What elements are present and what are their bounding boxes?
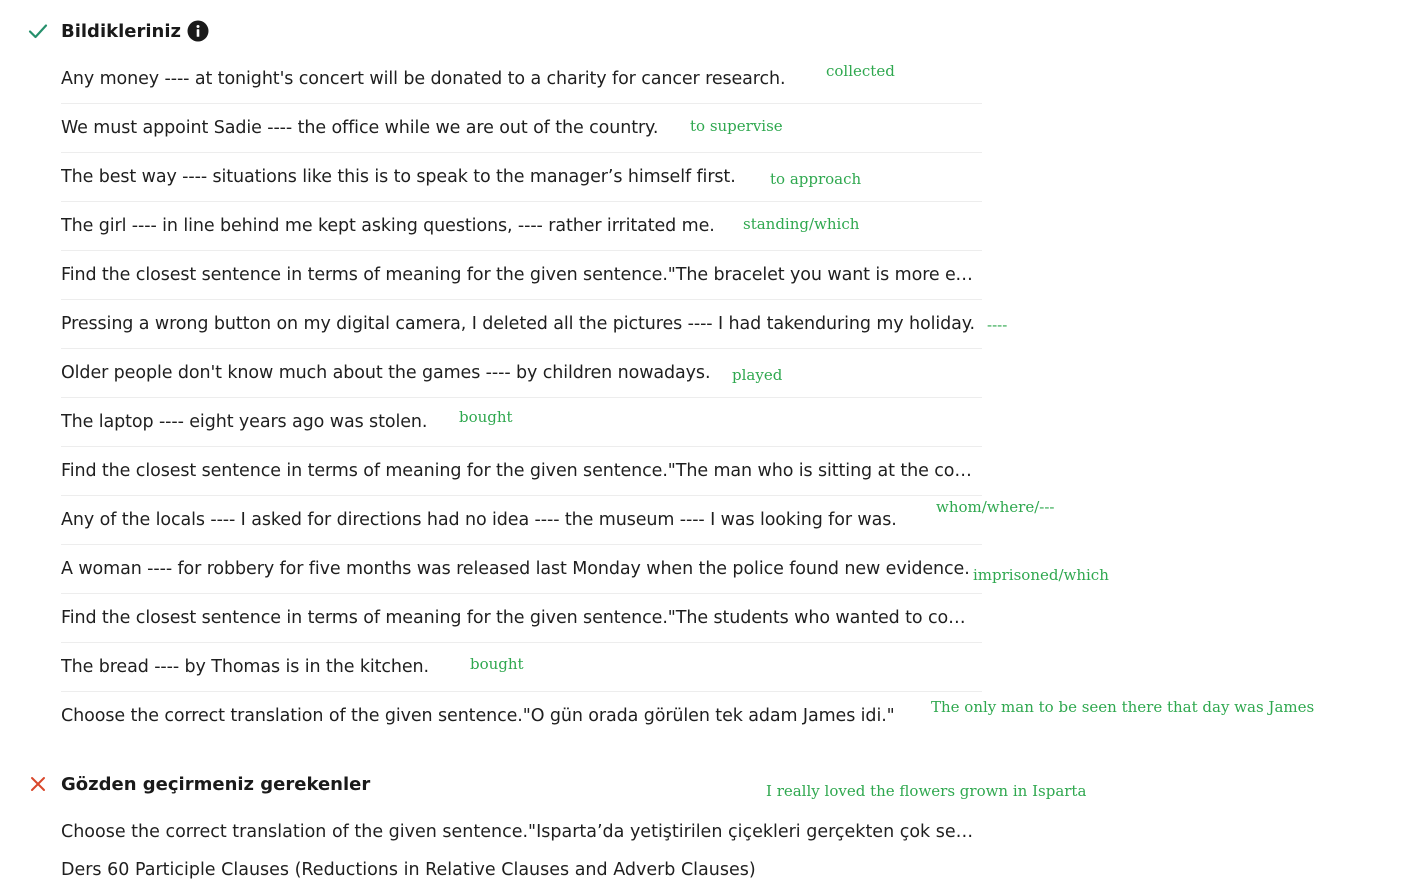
question-row[interactable]: Older people don't know much about the g… <box>61 349 982 398</box>
review-item[interactable]: Choose the correct translation of the gi… <box>61 821 982 843</box>
known-section-title: Bildikleriniz <box>61 20 181 42</box>
question-row[interactable]: Choose the correct translation of the gi… <box>61 692 982 741</box>
answer-note: whom/where/--- <box>936 498 1055 516</box>
question-text: The best way ---- situations like this i… <box>61 167 736 187</box>
question-row[interactable]: The laptop ---- eight years ago was stol… <box>61 398 982 447</box>
answer-note: bought <box>470 655 524 673</box>
question-text: We must appoint Sadie ---- the office wh… <box>61 118 659 138</box>
question-row[interactable]: Find the closest sentence in terms of me… <box>61 594 982 643</box>
answer-note: ---- <box>987 316 1008 334</box>
question-text: Find the closest sentence in terms of me… <box>61 461 975 481</box>
question-row[interactable]: Find the closest sentence in terms of me… <box>61 251 982 300</box>
known-section-header: Bildikleriniz <box>28 18 209 44</box>
cross-icon <box>31 777 45 791</box>
review-section-title: Gözden geçirmeniz gerekenler <box>61 773 371 795</box>
check-icon <box>28 24 48 39</box>
question-text: A woman ---- for robbery for five months… <box>61 559 970 579</box>
known-question-list: Any money ---- at tonight's concert will… <box>61 55 982 741</box>
answer-note: to supervise <box>690 117 783 135</box>
question-row[interactable]: A woman ---- for robbery for five months… <box>61 545 982 594</box>
question-text: The laptop ---- eight years ago was stol… <box>61 412 428 432</box>
question-row[interactable]: Find the closest sentence in terms of me… <box>61 447 982 496</box>
question-text: Find the closest sentence in terms of me… <box>61 265 975 285</box>
question-row[interactable]: Pressing a wrong button on my digital ca… <box>61 300 982 349</box>
answer-note: The only man to be seen there that day w… <box>931 698 1315 716</box>
question-text: Any money ---- at tonight's concert will… <box>61 69 786 89</box>
answer-note: collected <box>826 62 895 80</box>
lesson-title[interactable]: Ders 60 Participle Clauses (Reductions i… <box>61 859 756 881</box>
question-text: Any of the locals ---- I asked for direc… <box>61 510 897 530</box>
answer-note: imprisoned/which <box>973 566 1109 584</box>
review-note: I really loved the flowers grown in Ispa… <box>766 782 1087 800</box>
question-text: Older people don't know much about the g… <box>61 363 711 383</box>
question-row[interactable]: We must appoint Sadie ---- the office wh… <box>61 104 982 153</box>
answer-note: standing/which <box>743 215 860 233</box>
info-icon[interactable] <box>187 20 209 42</box>
question-text: The girl ---- in line behind me kept ask… <box>61 216 715 236</box>
question-text: Find the closest sentence in terms of me… <box>61 608 971 628</box>
review-section-header: Gözden geçirmeniz gerekenler <box>28 771 370 797</box>
question-text: Choose the correct translation of the gi… <box>61 706 895 726</box>
answer-note: bought <box>459 408 513 426</box>
question-text: Pressing a wrong button on my digital ca… <box>61 314 975 334</box>
question-text: The bread ---- by Thomas is in the kitch… <box>61 657 430 677</box>
question-row[interactable]: Any of the locals ---- I asked for direc… <box>61 496 982 545</box>
answer-note: to approach <box>770 170 862 188</box>
answer-note: played <box>732 366 783 384</box>
